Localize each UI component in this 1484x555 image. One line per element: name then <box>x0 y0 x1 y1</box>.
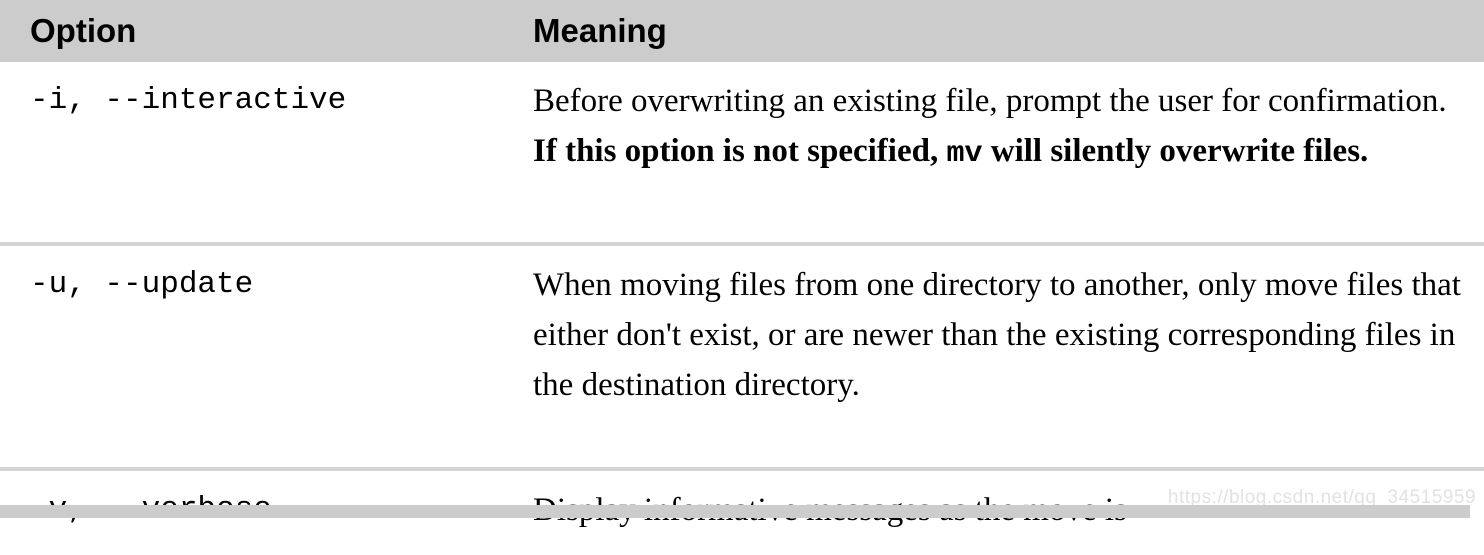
table-row: -i, --interactive Before overwriting an … <box>0 62 1484 244</box>
column-header-meaning: Meaning <box>533 12 667 49</box>
option-name-update: -u, --update <box>0 242 533 469</box>
meaning-text-lead: Before overwriting an existing file, pro… <box>533 83 1455 119</box>
bottom-gray-band <box>0 505 1470 518</box>
option-name-interactive: -i, --interactive <box>30 83 347 118</box>
table-header: Option Meaning <box>0 0 1484 62</box>
table-header-row: Option Meaning <box>0 0 1484 62</box>
options-table: Option Meaning -i, --interactive Before … <box>0 0 1484 555</box>
meaning-text-bold-first: If this option is not specified, <box>533 133 947 169</box>
column-header-option: Option <box>30 12 137 49</box>
table-row: -u, --update When moving files from one … <box>0 242 1484 469</box>
option-meaning-interactive: Before overwriting an existing file, pro… <box>533 62 1484 244</box>
option-meaning-update: When moving files from one directory to … <box>533 242 1484 469</box>
meaning-text-bold-second: will silently overwrite files. <box>982 133 1369 169</box>
inline-command-mv: mv <box>946 137 983 171</box>
table-body: -i, --interactive Before overwriting an … <box>0 62 1484 555</box>
